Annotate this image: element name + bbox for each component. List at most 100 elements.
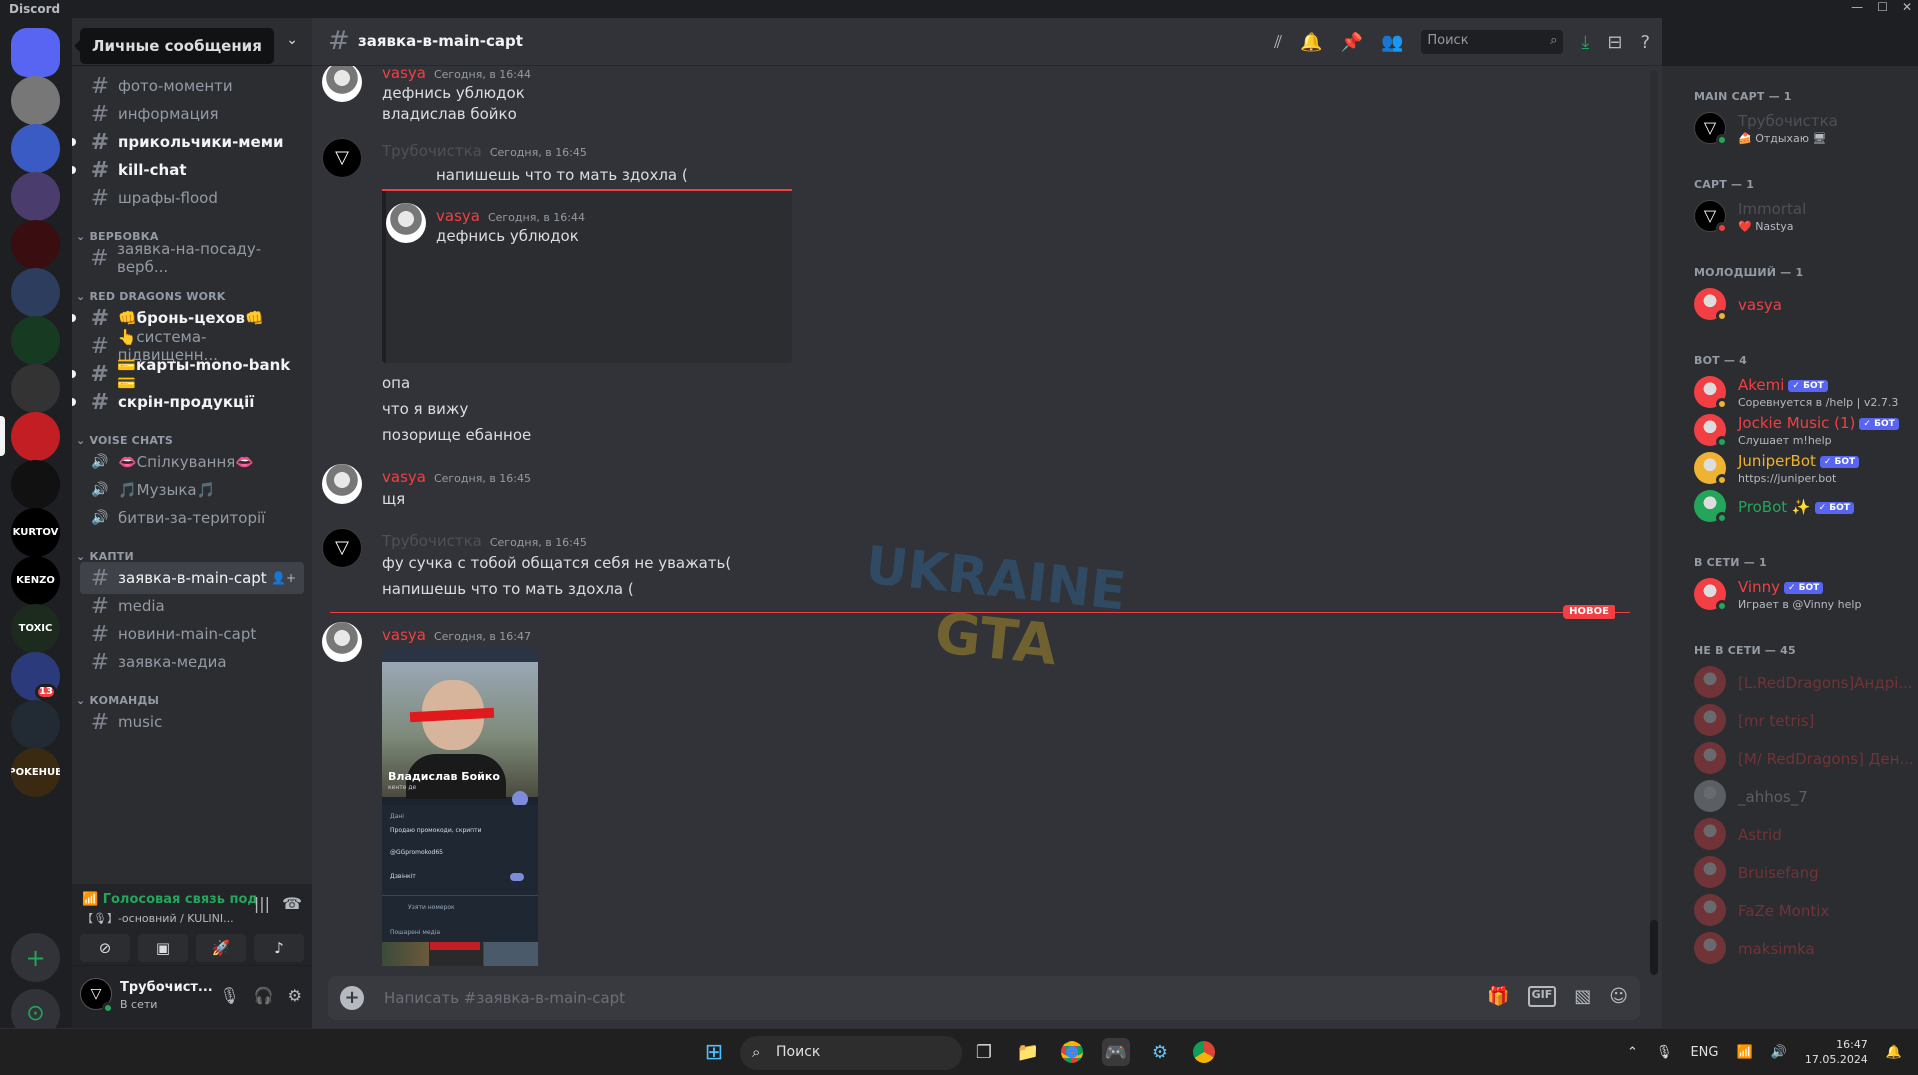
server-icon[interactable]: [11, 268, 60, 317]
avatar[interactable]: [322, 622, 362, 662]
microphone-tray-icon[interactable]: 🎙: [1656, 1045, 1673, 1060]
message-composer[interactable]: + Написать #заявка-в-main-capt 🎁 GIF ▧ ☺: [328, 976, 1640, 1020]
message-author[interactable]: vasya Сегодня, в 16:47: [382, 626, 531, 644]
member-item[interactable]: Jockie Music (1) ✓ БОТ Слушает m!help: [1694, 410, 1910, 452]
server-icon[interactable]: [11, 124, 60, 173]
server-icon[interactable]: [11, 76, 60, 125]
member-item[interactable]: _ahhos_7: [1694, 776, 1910, 818]
server-icon[interactable]: [11, 364, 60, 413]
member-item[interactable]: JuniperBot ✓ БОТ https://juniper.bot: [1694, 448, 1910, 490]
inbox-icon[interactable]: ⊟: [1607, 32, 1622, 53]
server-icon[interactable]: TOXIC: [11, 604, 60, 653]
plus-icon[interactable]: +: [340, 986, 364, 1010]
chat-scrollbar[interactable]: [1650, 70, 1658, 975]
language-indicator[interactable]: ENG: [1690, 1045, 1718, 1060]
server-icon[interactable]: [11, 220, 60, 269]
windows-start-icon[interactable]: ⊞: [700, 1038, 728, 1066]
soundboard-button[interactable]: ♪: [254, 934, 304, 962]
taskbar-search[interactable]: ⌕ Поиск: [740, 1036, 962, 1070]
avatar[interactable]: [322, 66, 362, 102]
add-server-button[interactable]: +: [11, 933, 60, 982]
home-dm-button[interactable]: [11, 28, 60, 77]
search-input[interactable]: Поиск ⌕: [1421, 30, 1564, 54]
chevron-up-icon[interactable]: ⌃: [1627, 1045, 1638, 1060]
avatar[interactable]: ▽: [322, 528, 362, 568]
server-icon[interactable]: KENZO: [11, 556, 60, 605]
steam-icon[interactable]: ⚙: [1146, 1038, 1174, 1066]
channel-item[interactable]: # скрін-продукції: [72, 386, 304, 418]
channel-item[interactable]: # заявка-медиа: [80, 646, 304, 678]
channel-item[interactable]: 🔊 битви-за-території: [80, 502, 304, 534]
headphones-icon[interactable]: 🎧: [254, 986, 274, 1005]
member-item[interactable]: maksimka: [1694, 928, 1910, 970]
member-item[interactable]: Akemi ✓ БОТ Соревнуется в /help | v2.7.3: [1694, 372, 1910, 414]
microphone-icon[interactable]: 🎙: [219, 986, 239, 1005]
sticker-icon[interactable]: ▧: [1574, 986, 1591, 1007]
member-item[interactable]: ▽ Трубочистка 🍰 Отдыхаю 🖥: [1694, 108, 1910, 150]
minimize-icon[interactable]: —: [1851, 0, 1863, 14]
gift-icon[interactable]: 🎁: [1487, 986, 1509, 1007]
server-icon[interactable]: [11, 412, 60, 461]
window-titlebar: Discord — ☐ ✕: [0, 0, 1918, 18]
camera-off-button[interactable]: ⊘: [80, 934, 130, 962]
maximize-icon[interactable]: ☐: [1877, 0, 1888, 14]
threads-icon[interactable]: ⫽: [1274, 32, 1282, 53]
channel-item[interactable]: # music: [80, 706, 304, 738]
voice-channel-name[interactable]: 【🎙】-основний / KULINI...: [82, 910, 234, 926]
avatar[interactable]: [322, 464, 362, 504]
chevron-down-icon[interactable]: ⌄: [286, 32, 298, 48]
server-icon[interactable]: POKEHUB: [11, 748, 60, 797]
task-view-icon[interactable]: ❐: [970, 1038, 998, 1066]
member-item[interactable]: Astrid: [1694, 814, 1910, 856]
emoji-icon[interactable]: ☺: [1609, 986, 1628, 1007]
member-item[interactable]: ▽ Immortal ❤️ Nastya: [1694, 196, 1910, 238]
pin-icon[interactable]: 📌: [1341, 32, 1363, 53]
member-item[interactable]: [M/ RedDragons] Ден...: [1694, 738, 1914, 780]
member-item[interactable]: Bruisefang: [1694, 852, 1910, 894]
scroll-thumb[interactable]: [1650, 920, 1658, 975]
user-name[interactable]: Трубочист...: [120, 980, 213, 995]
clock[interactable]: 16:47 17.05.2024: [1805, 1037, 1868, 1067]
wifi-icon[interactable]: 📶: [1736, 1045, 1752, 1060]
server-icon[interactable]: [11, 460, 60, 509]
member-item[interactable]: [L.RedDragons]Андрі...: [1694, 662, 1913, 704]
server-icon[interactable]: [11, 700, 60, 749]
server-icon[interactable]: [11, 172, 60, 221]
volume-icon[interactable]: 🔊: [1771, 1045, 1787, 1060]
gear-icon[interactable]: ⚙: [288, 986, 302, 1005]
avatar[interactable]: ▽: [322, 138, 362, 178]
bell-icon[interactable]: 🔔: [1300, 32, 1322, 53]
discord-taskbar-icon[interactable]: 🎮: [1102, 1038, 1130, 1066]
chrome-alt-icon[interactable]: [1190, 1038, 1218, 1066]
message-author[interactable]: Трубочистка Сегодня, в 16:45: [382, 532, 587, 550]
disconnect-icon[interactable]: ☎: [282, 894, 302, 913]
composer-placeholder[interactable]: Написать #заявка-в-main-capt: [384, 989, 625, 1007]
server-icon[interactable]: KURTOV: [11, 508, 60, 557]
message-author[interactable]: vasya Сегодня, в 16:45: [382, 468, 531, 486]
file-explorer-icon[interactable]: 📁: [1014, 1038, 1042, 1066]
noise-suppression-icon[interactable]: |||: [254, 894, 270, 913]
embed-author[interactable]: vasya Сегодня, в 16:44: [436, 207, 585, 225]
member-item[interactable]: Vinny ✓ БОТ Играет в @Vinny help: [1694, 574, 1910, 616]
help-icon[interactable]: ?: [1640, 32, 1650, 53]
channel-item[interactable]: # заявка-на-посаду-верб...: [80, 240, 304, 276]
activities-button[interactable]: 🚀: [196, 934, 246, 962]
chrome-icon[interactable]: [1058, 1038, 1086, 1066]
gif-icon[interactable]: GIF: [1527, 986, 1557, 1007]
member-item[interactable]: [mr tetris]: [1694, 700, 1910, 742]
image-attachment[interactable]: Владислав Бойко кенте де Дані Продаю про…: [382, 648, 538, 966]
notification-bell-icon[interactable]: 🔔: [1886, 1045, 1902, 1060]
invite-icon[interactable]: 👤+: [271, 571, 296, 585]
channel-item[interactable]: # шрафы-flood: [80, 182, 304, 214]
member-item[interactable]: ProBot ✨ ✓ БОТ: [1694, 486, 1910, 528]
screen-share-button[interactable]: ▣: [138, 934, 188, 962]
voice-connected-title[interactable]: 📶 Голосовая связь под: [82, 892, 258, 907]
message-author[interactable]: Трубочистка Сегодня, в 16:45: [382, 142, 587, 160]
member-item[interactable]: FaZe Montix: [1694, 890, 1910, 932]
download-icon[interactable]: ⤓: [1581, 32, 1589, 53]
message-author[interactable]: vasya Сегодня, в 16:44: [382, 66, 531, 82]
members-icon[interactable]: 👥: [1381, 32, 1403, 53]
close-icon[interactable]: ✕: [1902, 0, 1912, 14]
server-icon[interactable]: [11, 316, 60, 365]
member-item[interactable]: vasya: [1694, 284, 1910, 326]
